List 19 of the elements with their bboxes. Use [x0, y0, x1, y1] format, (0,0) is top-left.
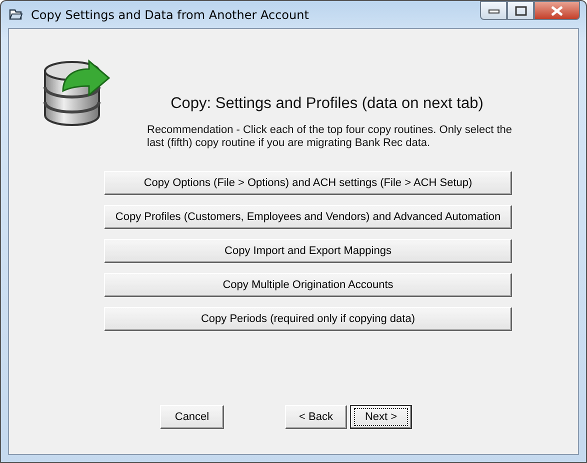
maximize-button[interactable]	[507, 1, 534, 20]
window-title: Copy Settings and Data from Another Account	[31, 8, 309, 22]
cancel-button[interactable]: Cancel	[160, 405, 224, 429]
folder-icon	[9, 8, 23, 21]
copy-button[interactable]: Copy Multiple Origination Accounts	[104, 273, 512, 297]
back-button[interactable]: < Back	[285, 405, 347, 429]
copy-button[interactable]: Copy Profiles (Customers, Employees and Vendors) and Advanced Automation	[104, 205, 512, 229]
recommendation-text: Recommendation - Click each of the top four copy routines. Only select the last (fifth) copy routine if you are migrating Bank Rec data.	[147, 124, 514, 150]
copy-button[interactable]: Copy Import and Export Mappings	[104, 239, 512, 263]
close-button[interactable]	[534, 1, 580, 20]
database-arrow-icon	[41, 57, 113, 127]
copy-button[interactable]: Copy Periods (required only if copying data)	[104, 307, 512, 331]
minimize-button[interactable]	[480, 1, 507, 20]
heading: Copy: Settings and Profiles (data on next tab)	[170, 95, 484, 113]
next-button[interactable]: Next >	[350, 405, 412, 429]
maximize-icon	[514, 6, 526, 16]
close-icon	[551, 6, 563, 16]
copy-button[interactable]: Copy Options (File > Options) and ACH settings (File > ACH Setup)	[104, 171, 512, 195]
minimize-icon	[488, 8, 500, 14]
